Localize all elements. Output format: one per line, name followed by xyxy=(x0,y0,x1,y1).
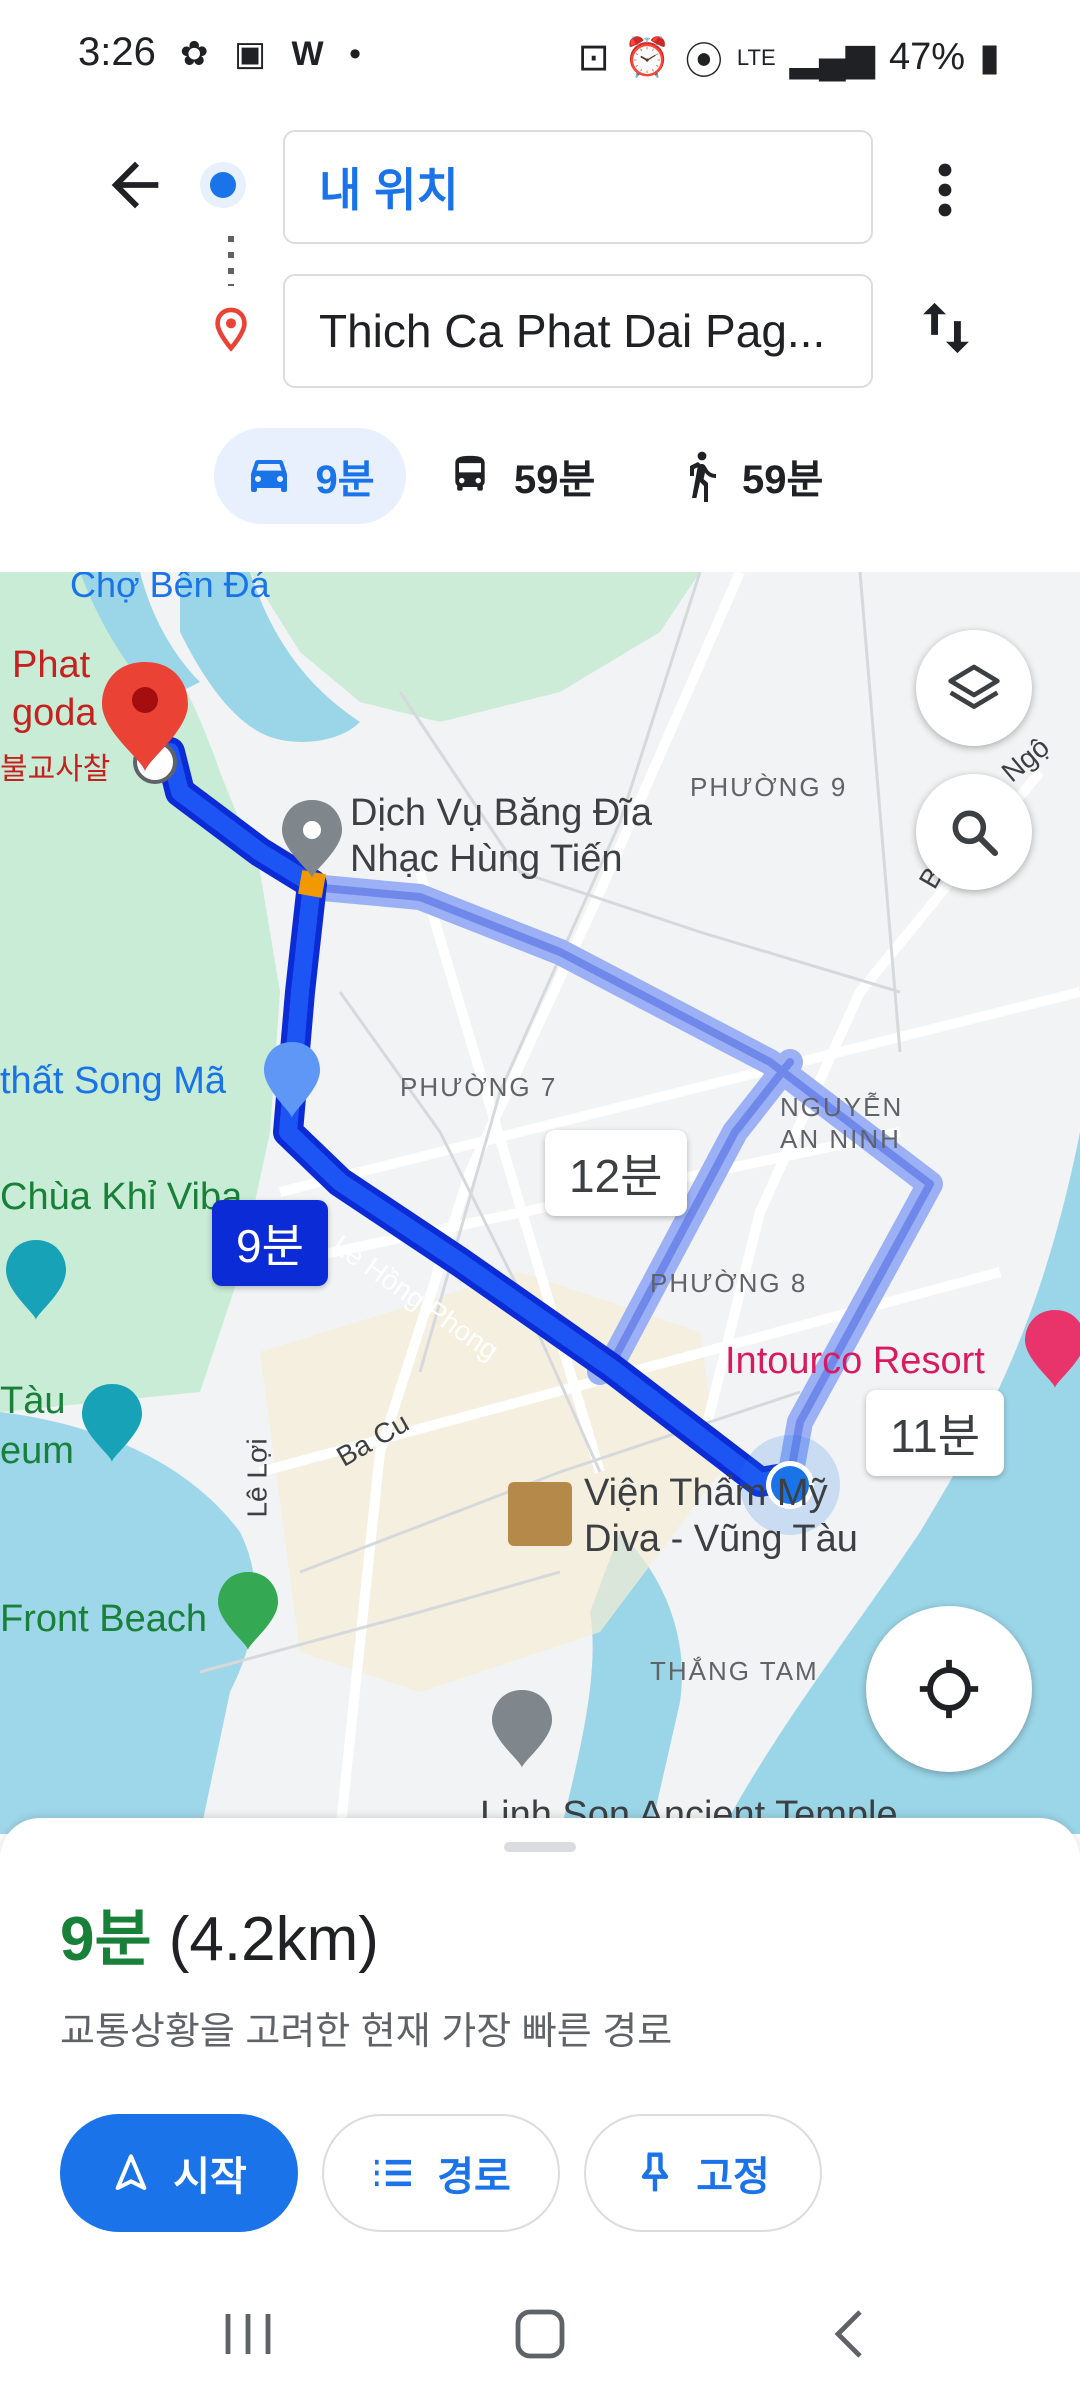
status-right: ⊡ ⏰ ⦿ LTE ▂▄▆ 47% ▮ xyxy=(578,30,1000,85)
bus-icon xyxy=(455,455,485,491)
route-bubble-main[interactable]: 9분 xyxy=(212,1200,328,1286)
image-icon: ▣ xyxy=(233,35,275,73)
signal-icon: ▂▄▆ xyxy=(789,37,876,79)
map-search-button[interactable] xyxy=(916,774,1032,890)
mode-car-label: 9분 xyxy=(315,458,375,502)
recent-apps-icon[interactable] xyxy=(218,2306,278,2362)
swap-button[interactable] xyxy=(918,296,974,365)
mode-car-tab[interactable]: 9분 xyxy=(214,428,406,524)
map-label-vien-1: Viện Thẩm Mỹ xyxy=(584,1472,828,1514)
map-label-chua-khi: Chùa Khỉ Viba xyxy=(0,1176,243,1218)
pin-label: 고정 xyxy=(696,2155,770,2199)
lock-icon: ⊡ xyxy=(577,37,610,79)
swap-vert-icon xyxy=(923,302,969,354)
arrow-back-icon xyxy=(111,161,159,209)
mode-transit-tab[interactable]: 59분 xyxy=(448,428,595,524)
mode-walk-tab[interactable]: 59분 xyxy=(680,428,823,524)
origin-input[interactable]: 내 위치 xyxy=(283,130,873,244)
map-label-nguyen-2: AN NINH xyxy=(780,1124,901,1154)
my-location-button[interactable] xyxy=(866,1606,1032,1772)
walk-icon xyxy=(690,451,716,502)
network-label: LTE xyxy=(736,44,776,70)
map-label-intourco: Intourco Resort xyxy=(725,1340,985,1382)
origin-dot-icon xyxy=(210,172,236,198)
notification-icons: ✿ ▣ W • xyxy=(180,34,369,74)
destination-pin-icon xyxy=(208,306,254,361)
back-nav-icon[interactable] xyxy=(820,2306,880,2362)
pin-button[interactable]: 고정 xyxy=(584,2114,822,2232)
more-vert-icon xyxy=(938,163,952,217)
search-icon xyxy=(952,810,999,857)
more-options-button[interactable] xyxy=(930,160,960,220)
status-time: 3:26 xyxy=(78,30,156,74)
dot-icon: • xyxy=(349,35,369,73)
map-label-that-song-ma: thất Song Mã xyxy=(0,1060,227,1102)
car-icon xyxy=(251,460,288,492)
steps-button[interactable]: 경로 xyxy=(322,2114,560,2232)
location-icon: ⦿ xyxy=(684,41,723,83)
route-dots xyxy=(228,236,234,286)
map-label-nguyen-1: NGUYỄN xyxy=(780,1092,904,1122)
map-label-phuong-7: PHƯỜNG 7 xyxy=(400,1072,558,1102)
route-duration: 9분 xyxy=(60,1905,152,1974)
pin-icon xyxy=(641,2152,669,2192)
route-bubble-alt-2[interactable]: 11분 xyxy=(866,1390,1005,1476)
navigation-arrow-icon xyxy=(115,2154,147,2190)
list-icon xyxy=(375,2159,412,2187)
status-bar: 3:26 ✿ ▣ W • ⊡ ⏰ ⦿ LTE ▂▄▆ 47% ▮ xyxy=(0,0,1080,112)
battery-label: 47% xyxy=(889,36,966,78)
map-label-dich-vu-2: Nhạc Hùng Tiến xyxy=(350,838,623,880)
start-label: 시작 xyxy=(173,2155,247,2199)
map-label-phuong-8: PHƯỜNG 8 xyxy=(650,1268,808,1298)
map-label-dich-vu-1: Dịch Vụ Băng Đĩa xyxy=(350,792,653,834)
mode-walk-label: 59분 xyxy=(742,458,824,502)
map-label-phat: Phat xyxy=(12,644,91,686)
map-label-vien-2: Diva - Vũng Tàu xyxy=(584,1518,858,1560)
map-label-le-loi: Lê Lợi xyxy=(241,1438,273,1518)
map-label-pagoda-ko: 불교사찰 xyxy=(0,753,111,786)
start-navigation-button[interactable]: 시작 xyxy=(60,2114,298,2232)
destination-input[interactable]: Thich Ca Phat Dai Pag... xyxy=(283,274,873,388)
my-location-icon xyxy=(919,1659,979,1719)
mode-transit-label: 59분 xyxy=(514,458,596,502)
map-label-thang-tam: THẮNG TAM xyxy=(650,1656,819,1686)
map-label-tau: Tàu xyxy=(0,1380,66,1422)
map-label-cho-ben-da: Chợ Bến Đá xyxy=(70,572,270,605)
steps-label: 경로 xyxy=(437,2155,511,2199)
map-label-phuong-9: PHƯỜNG 9 xyxy=(690,772,848,802)
map-label-front-beach: Front Beach xyxy=(0,1598,207,1640)
battery-icon: ▮ xyxy=(979,37,1000,79)
sheet-drag-handle[interactable] xyxy=(504,1842,576,1852)
footprint-icon: ✿ xyxy=(180,35,217,73)
route-bubble-alt-1[interactable]: 12분 xyxy=(545,1130,687,1216)
map-label-pagoda: goda xyxy=(12,692,97,734)
map-view[interactable]: Chợ Bến Đá Phat goda 불교사찰 Dịch Vụ Băng Đ… xyxy=(0,572,1080,1834)
back-button[interactable] xyxy=(100,150,170,220)
map-label-eum: eum xyxy=(0,1430,74,1472)
system-nav-bar xyxy=(0,2270,1080,2400)
route-distance: (4.2km) xyxy=(168,1905,379,1974)
route-note: 교통상황을 고려한 현재 가장 빠른 경로 xyxy=(60,2011,673,2053)
home-icon[interactable] xyxy=(510,2306,570,2362)
route-summary: 9분 (4.2km) xyxy=(60,1888,379,1978)
w-app-icon: W xyxy=(291,35,332,73)
alarm-icon: ⏰ xyxy=(623,36,671,79)
layers-button[interactable] xyxy=(916,630,1032,746)
layers-icon xyxy=(948,664,1000,709)
